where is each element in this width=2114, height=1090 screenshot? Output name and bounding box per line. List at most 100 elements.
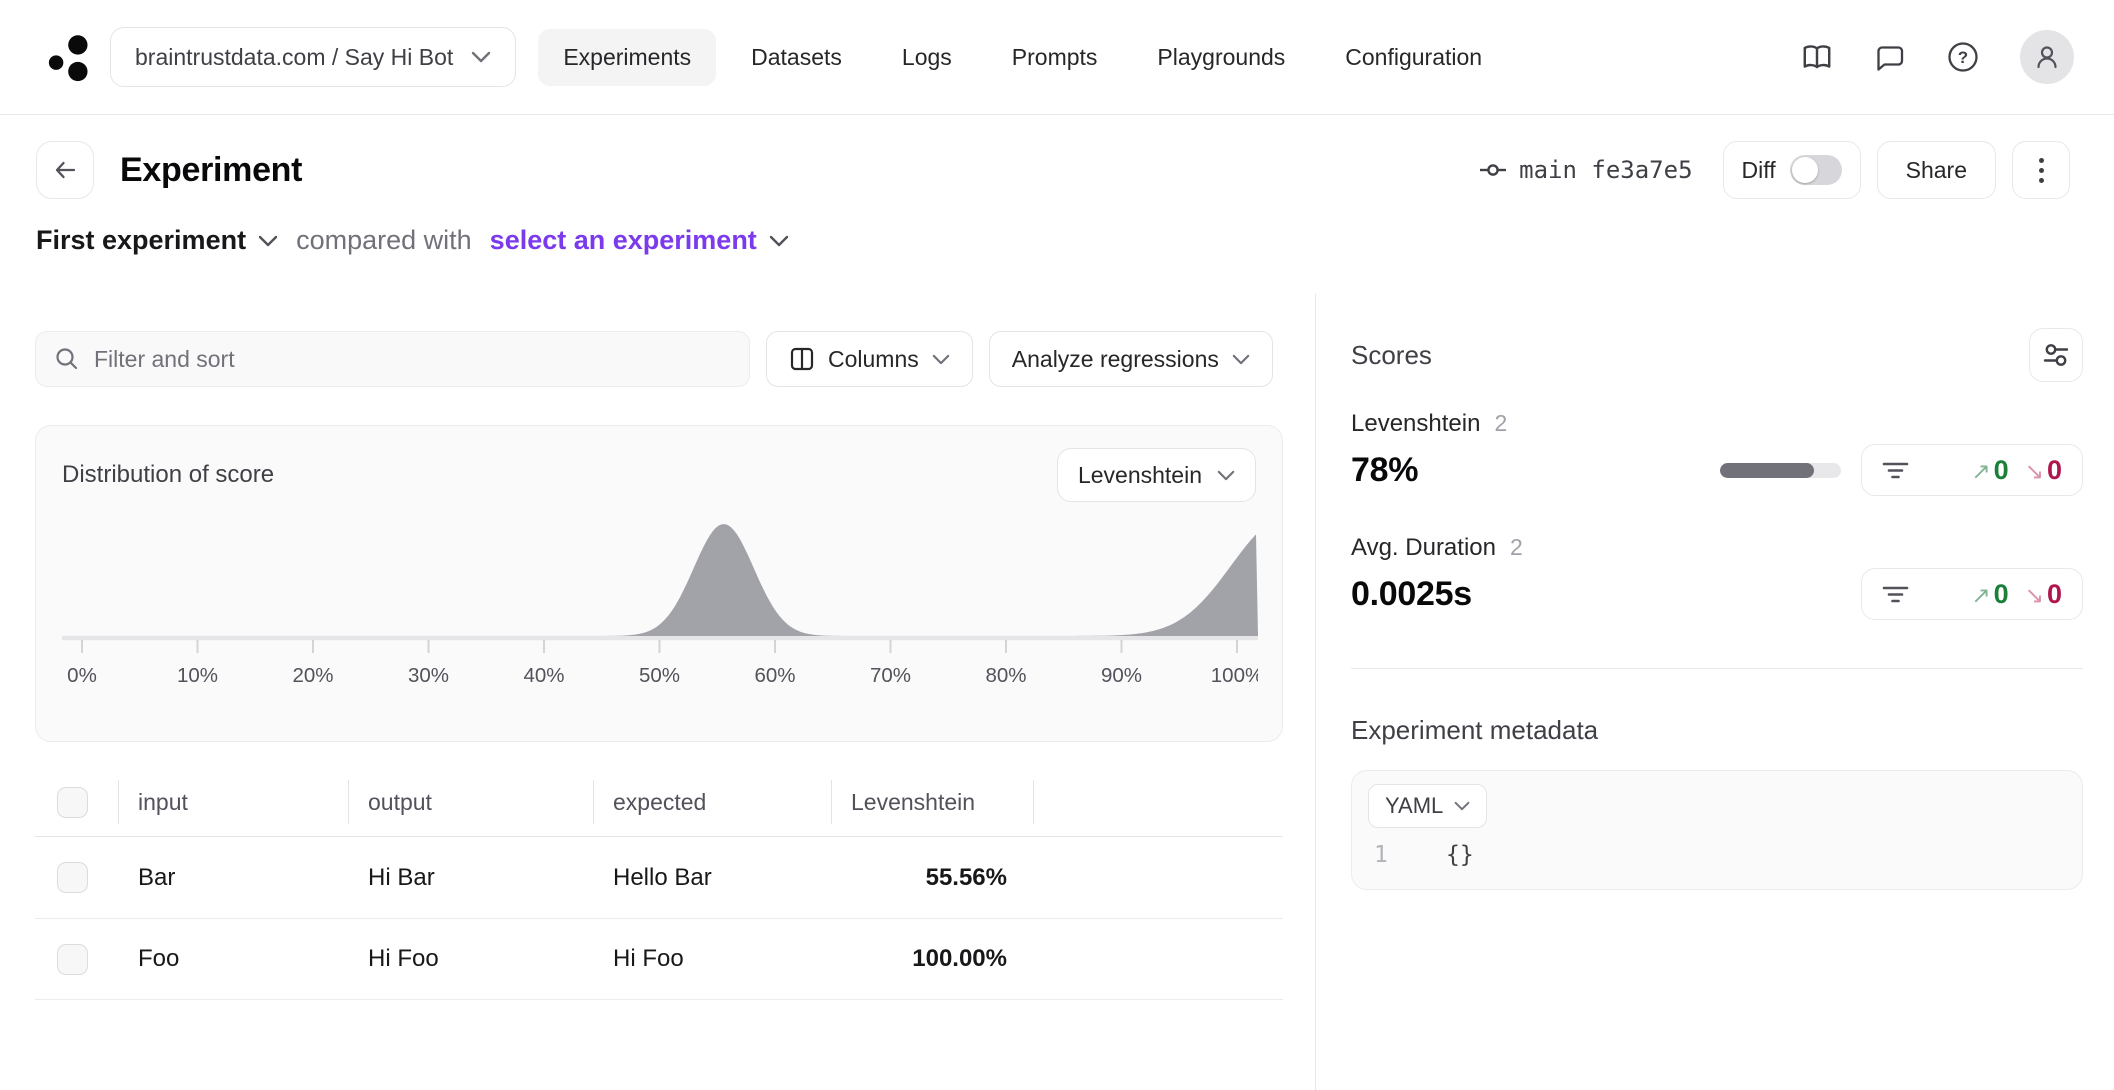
book-icon [1800, 41, 1834, 73]
experiment-name-dropdown[interactable]: First experiment [36, 225, 278, 256]
duration-regressions-pill[interactable]: 0 0 [1861, 568, 2083, 620]
back-button[interactable] [36, 141, 94, 199]
scores-settings-button[interactable] [2029, 328, 2083, 382]
diff-switch[interactable] [1790, 155, 1842, 185]
chart-metric-selector[interactable]: Levenshtein [1057, 448, 1256, 502]
distribution-chart: 0%10%20%30%40%50%60%70%80%90%100% [62, 510, 1258, 695]
row-checkbox[interactable] [57, 862, 88, 893]
column-header-levenshtein[interactable]: Levenshtein [831, 768, 1033, 836]
arrow-left-icon [52, 157, 78, 183]
cell-score: 100.00% [831, 945, 1033, 973]
diff-toggle-button[interactable]: Diff [1723, 141, 1861, 199]
select-all-checkbox[interactable] [57, 787, 88, 818]
chevron-down-icon [932, 354, 950, 365]
metric-avg-duration: Avg. Duration 2 [1351, 534, 2083, 562]
arrow-down-right-icon [2025, 455, 2044, 486]
metadata-title: Experiment metadata [1351, 715, 2083, 746]
help-circle-icon: ? [1946, 40, 1980, 74]
share-button[interactable]: Share [1877, 141, 1996, 199]
chat-bubble-icon [1874, 41, 1906, 73]
branch-commit-label: main fe3a7e5 [1519, 156, 1692, 184]
docs-button[interactable] [1800, 41, 1834, 73]
cell-score: 55.56% [831, 864, 1033, 892]
tab-experiments[interactable]: Experiments [538, 29, 716, 86]
column-header-input[interactable]: input [118, 768, 348, 836]
chevron-down-icon [1217, 470, 1235, 481]
page-title: Experiment [120, 151, 302, 190]
compared-with-label: compared with [296, 225, 472, 256]
arrow-up-right-icon [1971, 455, 1990, 486]
toolbar: Columns Analyze regressions [35, 331, 1283, 387]
table-row[interactable]: Foo Hi Foo Hi Foo 100.00% [35, 918, 1283, 1000]
improvements-delta: 0 [1971, 579, 2008, 610]
nav-right-icons: ? [1800, 30, 2074, 84]
arrow-down-right-icon [2025, 579, 2044, 610]
tab-logs[interactable]: Logs [877, 29, 977, 86]
project-selector[interactable]: braintrustdata.com / Say Hi Bot [110, 27, 516, 87]
metric-value: 78% [1351, 451, 1418, 490]
columns-button[interactable]: Columns [766, 331, 973, 387]
svg-text:10%: 10% [177, 664, 218, 687]
svg-text:40%: 40% [523, 664, 564, 687]
metadata-format-label: YAML [1385, 793, 1443, 819]
table-row[interactable]: Bar Hi Bar Hello Bar 55.56% [35, 836, 1283, 918]
table-header-row: input output expected Levenshtein [35, 768, 1283, 836]
git-branch-info: main fe3a7e5 [1479, 156, 1692, 184]
analyze-regressions-button[interactable]: Analyze regressions [989, 331, 1273, 387]
score-distribution-card: Distribution of score Levenshtein 0%10%2… [35, 425, 1283, 742]
line-number: 1 [1374, 842, 1404, 868]
filter-input[interactable] [94, 346, 731, 373]
sliders-icon [2041, 340, 2071, 370]
filter-search-box[interactable] [35, 331, 750, 387]
regressions-delta: 0 [2025, 579, 2062, 610]
feedback-button[interactable] [1874, 41, 1906, 73]
commit-icon [1479, 158, 1507, 182]
columns-icon [789, 346, 815, 372]
tab-playgrounds[interactable]: Playgrounds [1132, 29, 1310, 86]
svg-text:100%: 100% [1211, 664, 1258, 687]
svg-text:0%: 0% [67, 664, 97, 687]
cell-input: Foo [118, 945, 348, 973]
project-selector-label: braintrustdata.com / Say Hi Bot [135, 44, 453, 71]
metadata-format-selector[interactable]: YAML [1368, 784, 1487, 828]
cell-input: Bar [118, 864, 348, 892]
chevron-down-icon [258, 235, 278, 247]
filter-icon [1882, 459, 1909, 481]
metric-name-label: Levenshtein [1351, 410, 1480, 438]
help-button[interactable]: ? [1946, 40, 1980, 74]
levenshtein-regressions-pill[interactable]: 0 0 [1861, 444, 2083, 496]
more-options-button[interactable] [2012, 141, 2070, 199]
improvements-delta: 0 [1971, 455, 2008, 486]
diff-label: Diff [1742, 157, 1776, 184]
arrow-up-right-icon [1971, 579, 1990, 610]
tab-configuration[interactable]: Configuration [1320, 29, 1507, 86]
chevron-down-icon [769, 235, 789, 247]
experiment-name: First experiment [36, 225, 246, 256]
select-experiment-dropdown[interactable]: select an experiment [490, 225, 789, 256]
svg-text:30%: 30% [408, 664, 449, 687]
braintrust-logo-icon [40, 28, 98, 86]
person-icon [2032, 42, 2062, 72]
svg-text:60%: 60% [754, 664, 795, 687]
app-window: braintrustdata.com / Say Hi Bot Experime… [0, 0, 2114, 1090]
select-experiment-label: select an experiment [490, 225, 757, 256]
main-column: Columns Analyze regressions Distribution… [0, 294, 1315, 1090]
svg-text:90%: 90% [1101, 664, 1142, 687]
user-avatar[interactable] [2020, 30, 2074, 84]
metadata-code-line[interactable]: 1 {} [1368, 842, 2066, 868]
metric-value: 0.0025s [1351, 575, 1472, 614]
share-label: Share [1906, 157, 1967, 184]
column-header-expected[interactable]: expected [593, 768, 831, 836]
top-nav: braintrustdata.com / Say Hi Bot Experime… [0, 0, 2114, 115]
column-header-spacer [1033, 768, 1283, 836]
scores-sidebar: Scores Levenshtein 2 78% [1315, 294, 2114, 1090]
page-header: Experiment main fe3a7e5 Diff Share [0, 115, 2114, 294]
tab-datasets[interactable]: Datasets [726, 29, 867, 86]
chevron-down-icon [471, 51, 491, 63]
column-header-output[interactable]: output [348, 768, 593, 836]
chevron-down-icon [1232, 354, 1250, 365]
svg-text:?: ? [1958, 48, 1968, 67]
row-checkbox[interactable] [57, 944, 88, 975]
score-progress-fill [1720, 463, 1814, 478]
tab-prompts[interactable]: Prompts [987, 29, 1123, 86]
